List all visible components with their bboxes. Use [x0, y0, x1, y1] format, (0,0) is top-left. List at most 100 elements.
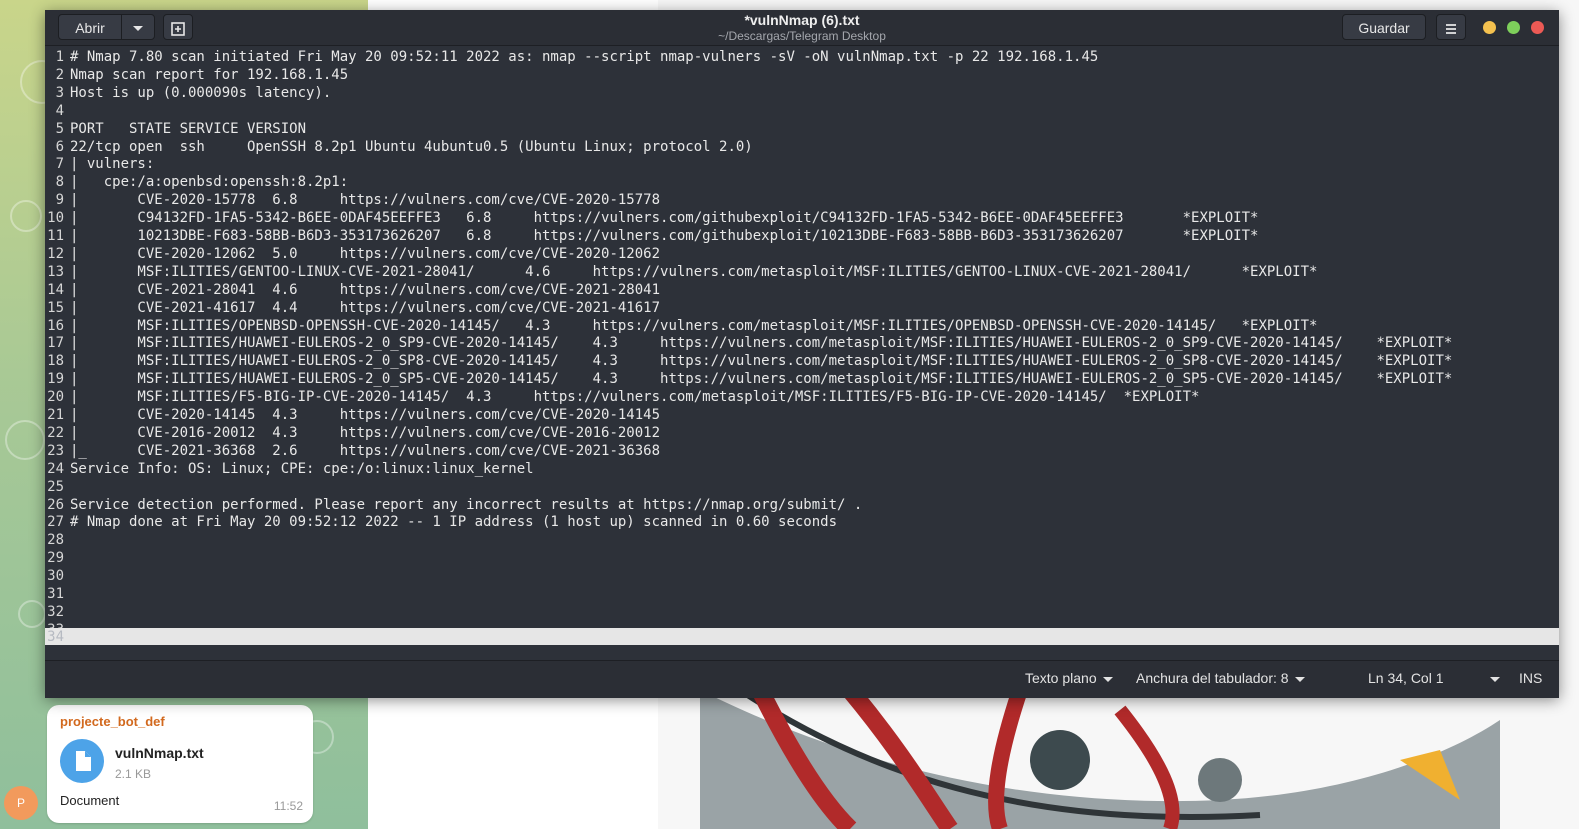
cursor-position-selector[interactable]: Ln 34, Col 1: [1368, 670, 1500, 686]
chevron-down-icon: [1102, 676, 1113, 682]
chevron-down-icon: [1294, 676, 1305, 682]
text-editor[interactable]: 1 # Nmap 7.80 scan initiated Fri May 20 0…: [45, 46, 1559, 660]
line-number: 1: [55, 49, 64, 65]
line-number: 29: [47, 550, 64, 567]
editor-line[interactable]: 15 | CVE-2021-41617 4.4 https://vulners.c…: [45, 299, 1559, 317]
line-text: | CVE-2020-15778 6.8 https://vulners.com…: [70, 192, 661, 209]
editor-line[interactable]: 17 | MSF:ILITIES/HUAWEI-EULEROS-2_0_SP9-C…: [45, 334, 1559, 352]
minimize-button[interactable]: [1483, 21, 1496, 34]
editor-line[interactable]: 12 | CVE-2020-12062 5.0 https://vulners.c…: [45, 245, 1559, 263]
editor-line[interactable]: 27 # Nmap done at Fri May 20 09:52:12 202…: [45, 513, 1559, 531]
editor-line[interactable]: 13 | MSF:ILITIES/GENTOO-LINUX-CVE-2021-28…: [45, 263, 1559, 281]
line-text: | CVE-2021-28041 4.6 https://vulners.com…: [70, 281, 661, 298]
editor-line[interactable]: 30: [45, 567, 1559, 585]
line-text: | MSF:ILITIES/HUAWEI-EULEROS-2_0_SP9-CVE…: [70, 335, 1453, 352]
editor-line[interactable]: 31: [45, 585, 1559, 603]
tab-width-selector[interactable]: Anchura del tabulador: 8: [1136, 670, 1305, 686]
menu-button[interactable]: [1436, 14, 1466, 40]
line-text: | MSF:ILITIES/GENTOO-LINUX-CVE-2021-2804…: [70, 263, 1318, 280]
editor-line[interactable]: 25: [45, 478, 1559, 496]
editor-line[interactable]: 21 | CVE-2020-14145 4.3 https://vulners.c…: [45, 406, 1559, 424]
editor-line[interactable]: 5 PORT STATE SERVICE VERSION: [45, 120, 1559, 138]
line-number: 3: [55, 84, 64, 101]
language-selector[interactable]: Texto plano: [1025, 670, 1113, 686]
chevron-down-icon: [1489, 676, 1500, 682]
line-number: 12: [47, 245, 64, 262]
editor-line[interactable]: 7 | vulners:: [45, 155, 1559, 173]
line-text: 22/tcp open ssh OpenSSH 8.2p1 Ubuntu 4ub…: [70, 138, 753, 155]
line-text: | CVE-2016-20012 4.3 https://vulners.com…: [70, 424, 661, 441]
line-number: 8: [55, 174, 64, 191]
line-number: 26: [47, 496, 64, 513]
line-number: 34: [47, 629, 64, 645]
line-number: 4: [55, 102, 64, 119]
message-time: 11:52: [273, 799, 303, 813]
line-text: # Nmap 7.80 scan initiated Fri May 20 09…: [70, 49, 1099, 65]
message-caption: Document: [60, 793, 120, 808]
file-size: 2.1 KB: [115, 767, 152, 781]
window-subtitle: ~/Descargas/Telegram Desktop: [718, 29, 886, 43]
line-text: PORT STATE SERVICE VERSION: [70, 120, 307, 137]
dragon-artwork: [700, 690, 1500, 829]
line-text: | MSF:ILITIES/F5-BIG-IP-CVE-2020-14145/ …: [70, 389, 1200, 406]
window-title: *vulnNmap (6).txt: [744, 12, 860, 28]
editor-line[interactable]: 11 | 10213DBE-F683-58BB-B6D3-353173626207…: [45, 227, 1559, 245]
editor-line[interactable]: 24 Service Info: OS: Linux; CPE: cpe:/o:l…: [45, 460, 1559, 478]
line-text: | vulners:: [70, 156, 155, 173]
editor-line[interactable]: 22 | CVE-2016-20012 4.3 https://vulners.c…: [45, 424, 1559, 442]
editor-line[interactable]: 32: [45, 603, 1559, 621]
line-number: 30: [47, 568, 64, 585]
line-number: 7: [55, 156, 64, 173]
editor-line[interactable]: 26 Service detection performed. Please re…: [45, 496, 1559, 514]
editor-line[interactable]: 14 | CVE-2021-28041 4.6 https://vulners.c…: [45, 281, 1559, 299]
maximize-button[interactable]: [1507, 21, 1520, 34]
line-number: 24: [47, 460, 64, 477]
line-text: Service detection performed. Please repo…: [70, 496, 863, 513]
editor-line[interactable]: 28: [45, 531, 1559, 549]
editor-line[interactable]: 8 | cpe:/a:openbsd:openssh:8.2p1:: [45, 173, 1559, 191]
header-bar: Abrir *vulnNmap (6).txt ~/Descargas/Tele…: [45, 10, 1559, 46]
line-text: | cpe:/a:openbsd:openssh:8.2p1:: [70, 174, 349, 191]
line-number: 25: [47, 478, 64, 495]
editor-line[interactable]: 4: [45, 102, 1559, 120]
editor-line[interactable]: 1 # Nmap 7.80 scan initiated Fri May 20 0…: [45, 48, 1559, 66]
avatar[interactable]: P: [4, 786, 38, 820]
line-text: | CVE-2021-41617 4.4 https://vulners.com…: [70, 299, 661, 316]
editor-line[interactable]: 9 | CVE-2020-15778 6.8 https://vulners.co…: [45, 191, 1559, 209]
line-text: # Nmap done at Fri May 20 09:52:12 2022 …: [70, 514, 838, 531]
insert-mode-indicator[interactable]: INS: [1519, 670, 1542, 686]
editor-line[interactable]: 20 | MSF:ILITIES/F5-BIG-IP-CVE-2020-14145…: [45, 388, 1559, 406]
line-text: Host is up (0.000090s latency).: [70, 84, 332, 101]
editor-line[interactable]: 18 | MSF:ILITIES/HUAWEI-EULEROS-2_0_SP8-C…: [45, 352, 1559, 370]
line-number: 10: [47, 210, 64, 227]
line-number: 9: [55, 192, 64, 209]
text-editor-window: Abrir *vulnNmap (6).txt ~/Descargas/Tele…: [45, 10, 1559, 698]
editor-line[interactable]: 2 Nmap scan report for 192.168.1.45: [45, 66, 1559, 84]
telegram-message-card[interactable]: projecte_bot_def vulnNmap.txt 2.1 KB Doc…: [47, 705, 313, 823]
status-bar: Texto plano Anchura del tabulador: 8 Ln …: [45, 660, 1559, 698]
editor-line[interactable]: 29: [45, 549, 1559, 567]
close-button[interactable]: [1531, 21, 1544, 34]
current-line-highlight[interactable]: 34: [45, 628, 1559, 645]
editor-line[interactable]: 23 |_ CVE-2021-36368 2.6 https://vulners.…: [45, 442, 1559, 460]
editor-line[interactable]: 3 Host is up (0.000090s latency).: [45, 84, 1559, 102]
tab-width-label: Anchura del tabulador: 8: [1136, 670, 1289, 686]
editor-line[interactable]: 16 | MSF:ILITIES/OPENBSD-OPENSSH-CVE-2020…: [45, 317, 1559, 335]
line-number: 17: [47, 335, 64, 352]
editor-line[interactable]: 6 22/tcp open ssh OpenSSH 8.2p1 Ubuntu 4u…: [45, 138, 1559, 156]
document-icon[interactable]: [60, 739, 104, 783]
line-number: 6: [55, 138, 64, 155]
line-number: 23: [47, 442, 64, 459]
file-name[interactable]: vulnNmap.txt: [115, 745, 204, 761]
line-number: 31: [47, 586, 64, 602]
line-number: 28: [47, 532, 64, 549]
line-number: 19: [47, 371, 64, 388]
line-number: 16: [47, 317, 64, 334]
save-button[interactable]: Guardar: [1342, 14, 1426, 40]
editor-line[interactable]: 10 | C94132FD-1FA5-5342-B6EE-0DAF45EEFFE3…: [45, 209, 1559, 227]
message-sender: projecte_bot_def: [60, 714, 165, 729]
line-number: 32: [47, 603, 64, 620]
line-number: 2: [55, 66, 64, 83]
editor-line[interactable]: 19 | MSF:ILITIES/HUAWEI-EULEROS-2_0_SP5-C…: [45, 370, 1559, 388]
hamburger-menu-icon: [1446, 24, 1456, 35]
